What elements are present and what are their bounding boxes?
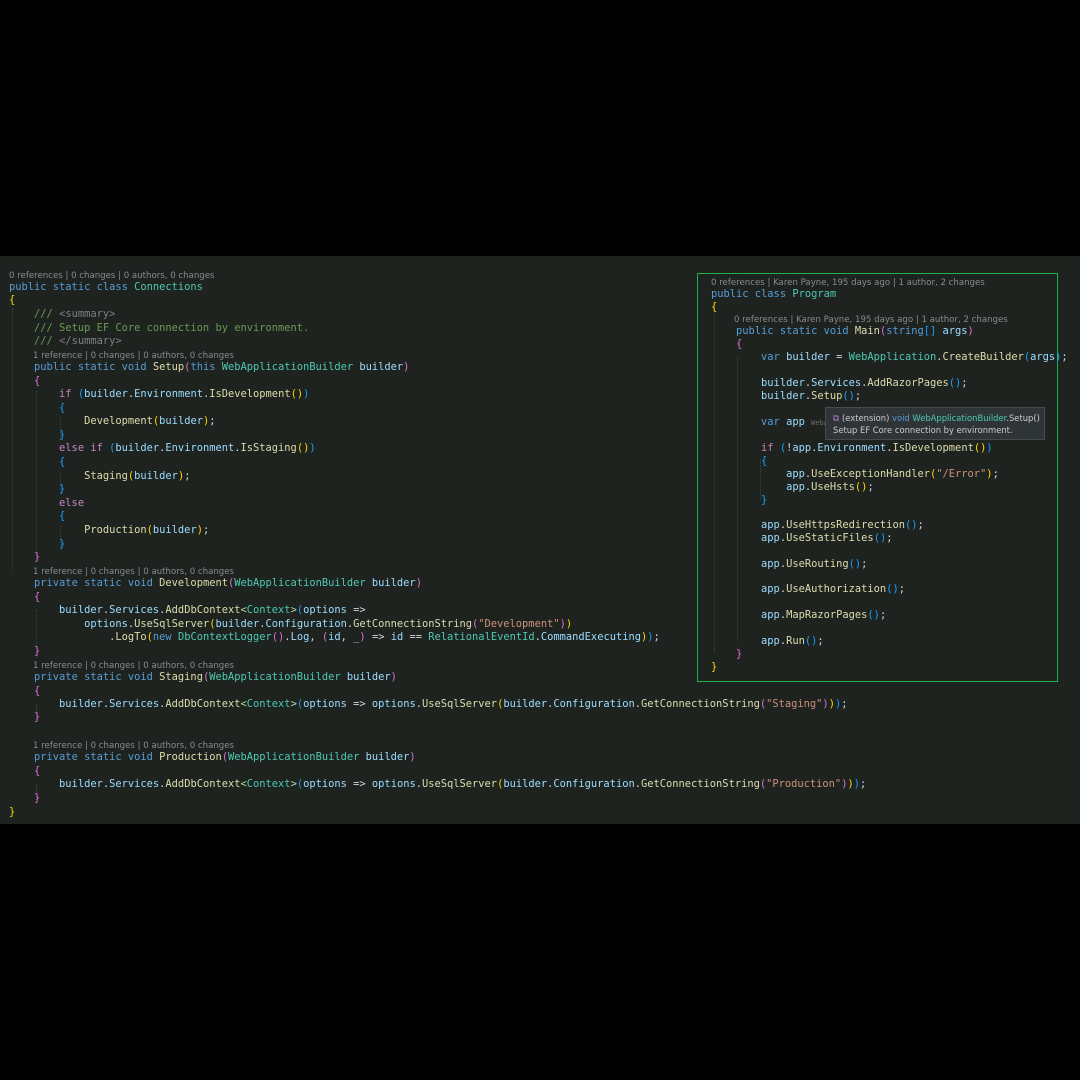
- code-line: /// <summary>: [34, 308, 116, 320]
- tooltip-description: Setup EF Core connection by environment.: [833, 425, 1013, 435]
- code-line: Production(builder);: [84, 524, 210, 536]
- program-code-panel: 0 references | Karen Payne, 195 days ago…: [697, 273, 1068, 682]
- code-line: .LogTo(new DbContextLogger().Log, (id, _…: [109, 631, 660, 643]
- code-line: {: [34, 685, 41, 697]
- code-line: {: [9, 294, 16, 306]
- code-line: Staging(builder);: [84, 470, 191, 482]
- code-line: else: [59, 497, 85, 509]
- code-line: }: [9, 806, 16, 818]
- tooltip-type[interactable]: WebApplicationBuilder: [912, 413, 1006, 423]
- code-line: }: [59, 538, 66, 550]
- code-line: }: [34, 792, 41, 804]
- code-line: app.Run();: [761, 635, 824, 647]
- code-line: }: [736, 648, 743, 660]
- code-line: app.UseAuthorization();: [761, 583, 905, 595]
- tooltip-method: .Setup(): [1006, 413, 1040, 423]
- code-line: app.UseHttpsRedirection();: [761, 519, 924, 531]
- code-line: private static void Development(WebAppli…: [34, 577, 422, 589]
- code-line: {: [761, 455, 768, 467]
- code-line: Development(builder);: [84, 415, 216, 427]
- code-line: public static class Connections: [9, 281, 203, 293]
- code-line: private static void Staging(WebApplicati…: [34, 671, 397, 683]
- code-line: var app WebA: [761, 416, 828, 428]
- code-line: var builder = WebApplication.CreateBuild…: [761, 351, 1068, 363]
- code-line: }: [59, 483, 66, 495]
- code-line: {: [59, 510, 66, 522]
- code-line: {: [34, 765, 41, 777]
- code-line: app.UseStaticFiles();: [761, 532, 893, 544]
- code-line: {: [59, 402, 66, 414]
- code-line: builder.Services.AddDbContext<Context>(o…: [59, 778, 867, 790]
- code-line: public class Program: [711, 288, 837, 300]
- code-line: {: [59, 456, 66, 468]
- extension-method-icon: ⧉: [833, 413, 839, 423]
- code-line: options.UseSqlServer(builder.Configurati…: [84, 618, 573, 630]
- quick-info-tooltip: ⧉ (extension) void WebApplicationBuilder.…: [825, 407, 1045, 440]
- code-line: {: [34, 375, 41, 387]
- code-line: {: [736, 338, 743, 350]
- code-line: {: [34, 591, 41, 603]
- code-line: builder.Setup();: [761, 390, 862, 402]
- code-line: if (builder.Environment.IsDevelopment()): [59, 388, 310, 400]
- code-line: {: [711, 301, 718, 313]
- code-line: app.UseHsts();: [786, 481, 874, 493]
- code-line: }: [761, 494, 768, 506]
- code-line: }: [59, 429, 66, 441]
- code-line: public static void Setup(this WebApplica…: [34, 361, 410, 373]
- tooltip-prefix: (extension): [841, 413, 893, 423]
- code-line: }: [34, 711, 41, 723]
- code-line: app.MapRazorPages();: [761, 609, 887, 621]
- code-line: private static void Production(WebApplic…: [34, 751, 416, 763]
- code-line: /// Setup EF Core connection by environm…: [34, 322, 310, 334]
- code-line: /// </summary>: [34, 335, 122, 347]
- tooltip-signature: ⧉ (extension) void WebApplicationBuilder.…: [833, 412, 1044, 424]
- code-line: builder.Services.AddDbContext<Context>(o…: [59, 604, 366, 616]
- code-line: app.UseExceptionHandler("/Error");: [786, 468, 999, 480]
- code-line: }: [34, 645, 41, 657]
- tooltip-keyword: void: [892, 413, 913, 423]
- code-line: builder.Services.AddRazorPages();: [761, 377, 968, 389]
- code-line: }: [34, 551, 41, 563]
- code-line: builder.Services.AddDbContext<Context>(o…: [59, 698, 848, 710]
- code-line: public static void Main(string[] args): [736, 325, 974, 337]
- code-line: else if (builder.Environment.IsStaging()…: [59, 442, 316, 454]
- code-line: }: [711, 661, 718, 673]
- code-line: if (!app.Environment.IsDevelopment()): [761, 442, 993, 454]
- code-editor: 0 references | 0 changes | 0 authors, 0 …: [0, 256, 1080, 824]
- code-line: app.UseRouting();: [761, 558, 868, 570]
